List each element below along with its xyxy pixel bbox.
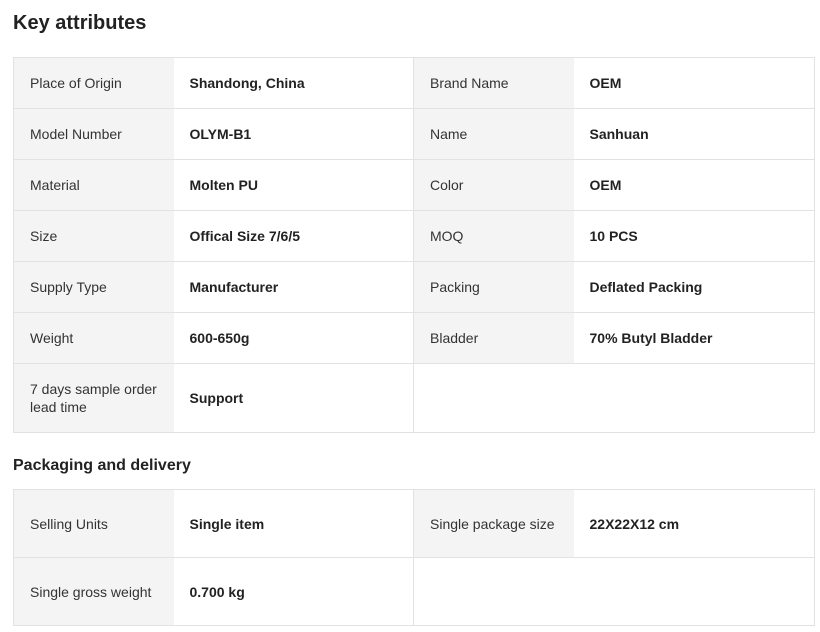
key-attributes-table: Place of Origin Shandong, China Brand Na… [13,57,815,433]
attribute-label: Color [413,159,574,211]
attribute-label: Brand Name [413,57,574,109]
attribute-label: MOQ [413,210,574,262]
attribute-label: 7 days sample order lead time [13,363,174,433]
attribute-row-weight: Weight 600-650g Bladder 70% Butyl Bladde… [13,312,815,364]
attribute-label: Name [413,108,574,160]
attribute-label: Packing [413,261,574,313]
attribute-value: 10 PCS [573,210,815,262]
attribute-value: Deflated Packing [573,261,815,313]
packaging-delivery-title: Packaging and delivery [13,457,191,474]
attribute-value: Sanhuan [573,108,815,160]
attribute-value: 600-650g [173,312,414,364]
key-attributes-title: Key attributes [13,12,147,34]
empty-cell [413,557,574,626]
attribute-row-selling-units: Selling Units Single item Single package… [13,489,815,558]
packaging-delivery-table: Selling Units Single item Single package… [13,489,815,626]
attribute-row-supply-type: Supply Type Manufacturer Packing Deflate… [13,261,815,313]
empty-cell [573,363,815,433]
attribute-value: Offical Size 7/6/5 [173,210,414,262]
attribute-label: Size [13,210,174,262]
attribute-value: OLYM-B1 [173,108,414,160]
attribute-value: 0.700 kg [173,557,414,626]
attribute-label: Model Number [13,108,174,160]
attribute-value: OEM [573,159,815,211]
attribute-value: Single item [173,489,414,558]
attribute-value: Support [173,363,414,433]
attribute-label: Supply Type [13,261,174,313]
attribute-label: Bladder [413,312,574,364]
attribute-row-sample-lead-time: 7 days sample order lead time Support [13,363,815,433]
attribute-label: Single package size [413,489,574,558]
attribute-row-size: Size Offical Size 7/6/5 MOQ 10 PCS [13,210,815,262]
attribute-value: OEM [573,57,815,109]
attribute-label: Single gross weight [13,557,174,626]
attribute-value: Manufacturer [173,261,414,313]
attribute-row-gross-weight: Single gross weight 0.700 kg [13,557,815,626]
attribute-label: Material [13,159,174,211]
attribute-label: Selling Units [13,489,174,558]
empty-cell [413,363,574,433]
attribute-value: Molten PU [173,159,414,211]
attribute-value: 22X22X12 cm [573,489,815,558]
attribute-row-material: Material Molten PU Color OEM [13,159,815,211]
attribute-row-model-number: Model Number OLYM-B1 Name Sanhuan [13,108,815,160]
attribute-value: 70% Butyl Bladder [573,312,815,364]
attribute-label: Weight [13,312,174,364]
empty-cell [573,557,815,626]
attribute-value: Shandong, China [173,57,414,109]
attribute-row-place-of-origin: Place of Origin Shandong, China Brand Na… [13,57,815,109]
attribute-label: Place of Origin [13,57,174,109]
